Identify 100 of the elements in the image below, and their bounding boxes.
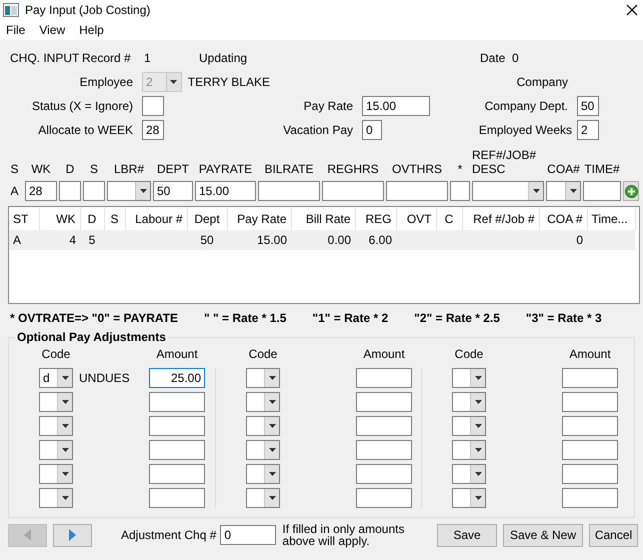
entry-field[interactable] — [258, 181, 320, 201]
amount-field[interactable] — [356, 464, 412, 484]
code-dropdown[interactable] — [246, 392, 280, 412]
company-label: Company — [516, 75, 568, 89]
menu-item[interactable]: View — [39, 23, 66, 37]
entry-field[interactable] — [83, 181, 105, 201]
entry-dropdown[interactable] — [472, 181, 544, 201]
action-button[interactable]: Save — [437, 524, 497, 546]
column-label: COA# — [546, 162, 581, 176]
status-field[interactable] — [142, 96, 164, 116]
column-label: D — [64, 162, 76, 176]
column-label: REGHRS — [326, 162, 380, 176]
amount-field[interactable] — [149, 392, 205, 412]
code-dropdown[interactable] — [39, 440, 73, 460]
column-label: BILRATE — [263, 162, 315, 176]
menu-item[interactable]: Help — [79, 23, 104, 37]
code-dropdown[interactable] — [246, 416, 280, 436]
code-header: Code — [40, 347, 72, 361]
amount-header: Amount — [155, 347, 199, 361]
column-label: WK — [30, 162, 52, 176]
close-icon[interactable] — [626, 4, 638, 16]
entry-dropdown[interactable] — [107, 181, 151, 201]
code-dropdown[interactable] — [452, 440, 486, 460]
code-dropdown[interactable] — [39, 416, 73, 436]
caret-icon — [268, 496, 276, 500]
entry-field[interactable]: 50 — [153, 181, 193, 201]
amount-field[interactable] — [562, 392, 618, 412]
caret-icon — [474, 496, 482, 500]
pay-rate-field[interactable]: 15.00 — [362, 96, 430, 116]
code-dropdown[interactable] — [39, 392, 73, 412]
amount-field[interactable] — [562, 416, 618, 436]
code-dropdown[interactable] — [39, 464, 73, 484]
amount-field[interactable] — [356, 416, 412, 436]
code-dropdown[interactable] — [452, 392, 486, 412]
code-dropdown[interactable] — [452, 464, 486, 484]
code-dropdown[interactable] — [246, 488, 280, 508]
table-cell: 50 — [200, 233, 214, 247]
amount-header: Amount — [568, 347, 612, 361]
left-arrow-icon — [24, 529, 31, 541]
amount-field[interactable] — [562, 368, 618, 388]
vacation-pay-field[interactable]: 0 — [362, 120, 382, 140]
caret-icon — [170, 80, 178, 84]
amount-field[interactable] — [356, 392, 412, 412]
group-title: Optional Pay Adjustments — [16, 330, 167, 344]
amount-field[interactable] — [356, 368, 412, 388]
amount-field[interactable] — [356, 440, 412, 460]
action-button[interactable]: Cancel — [589, 524, 638, 546]
caret-icon — [268, 376, 276, 380]
plus-icon — [624, 184, 638, 198]
menu-item[interactable]: File — [6, 23, 26, 37]
code-dropdown[interactable] — [39, 488, 73, 508]
status-label: Status (X = Ignore) — [30, 99, 133, 113]
week-label: Allocate to WEEK — [37, 123, 133, 137]
table-cell: A — [13, 233, 22, 247]
code-dropdown[interactable] — [246, 464, 280, 484]
entry-dropdown[interactable] — [546, 181, 581, 201]
rate-legend-text: " " = Rate * 1.5 — [204, 311, 286, 325]
code-dropdown[interactable] — [452, 416, 486, 436]
column-label: OVTHRS — [390, 162, 443, 176]
week-field[interactable]: 28 — [142, 120, 164, 140]
entry-field[interactable] — [583, 181, 621, 201]
add-button[interactable] — [623, 181, 639, 201]
code-dropdown[interactable] — [452, 488, 486, 508]
company-dept-field[interactable]: 50 — [577, 96, 599, 116]
amount-field[interactable] — [149, 440, 205, 460]
entry-field[interactable]: 28 — [25, 181, 57, 201]
amount-field[interactable] — [562, 464, 618, 484]
date-label: Date — [480, 51, 505, 65]
record-number: 1 — [144, 51, 152, 65]
code-dropdown[interactable] — [246, 368, 280, 388]
entry-field[interactable]: 15.00 — [195, 181, 256, 201]
column-label: TIME# — [583, 162, 621, 176]
action-button[interactable]: Save & New — [503, 524, 583, 546]
column-label: * — [456, 162, 464, 176]
entry-field[interactable] — [322, 181, 384, 201]
code-dropdown[interactable]: d — [39, 368, 73, 388]
amount-field[interactable] — [149, 488, 205, 508]
employed-weeks-field[interactable]: 2 — [577, 120, 599, 140]
amount-field[interactable] — [562, 488, 618, 508]
amount-field[interactable] — [149, 416, 205, 436]
amount-field[interactable] — [149, 464, 205, 484]
amount-field[interactable] — [356, 488, 412, 508]
employed-weeks-label: Employed Weeks — [478, 123, 572, 137]
code-dropdown[interactable] — [246, 440, 280, 460]
code-dropdown[interactable] — [452, 368, 486, 388]
caret-icon — [474, 376, 482, 380]
amount-field[interactable] — [562, 440, 618, 460]
entry-field[interactable] — [59, 181, 81, 201]
app-icon — [3, 3, 19, 17]
amount-field[interactable]: 25.00 — [149, 368, 205, 388]
caret-icon — [62, 448, 68, 452]
entry-field[interactable] — [386, 181, 448, 201]
vacation-pay-label: Vacation Pay — [282, 123, 353, 137]
employee-label: Employee — [78, 75, 133, 89]
next-button[interactable] — [53, 524, 92, 546]
table-cell: 4 — [69, 233, 76, 247]
entry-field[interactable] — [450, 181, 470, 201]
chq-field[interactable]: 0 — [220, 525, 276, 545]
column-label: S — [9, 162, 20, 176]
chq-label: Adjustment Chq # — [121, 528, 216, 542]
